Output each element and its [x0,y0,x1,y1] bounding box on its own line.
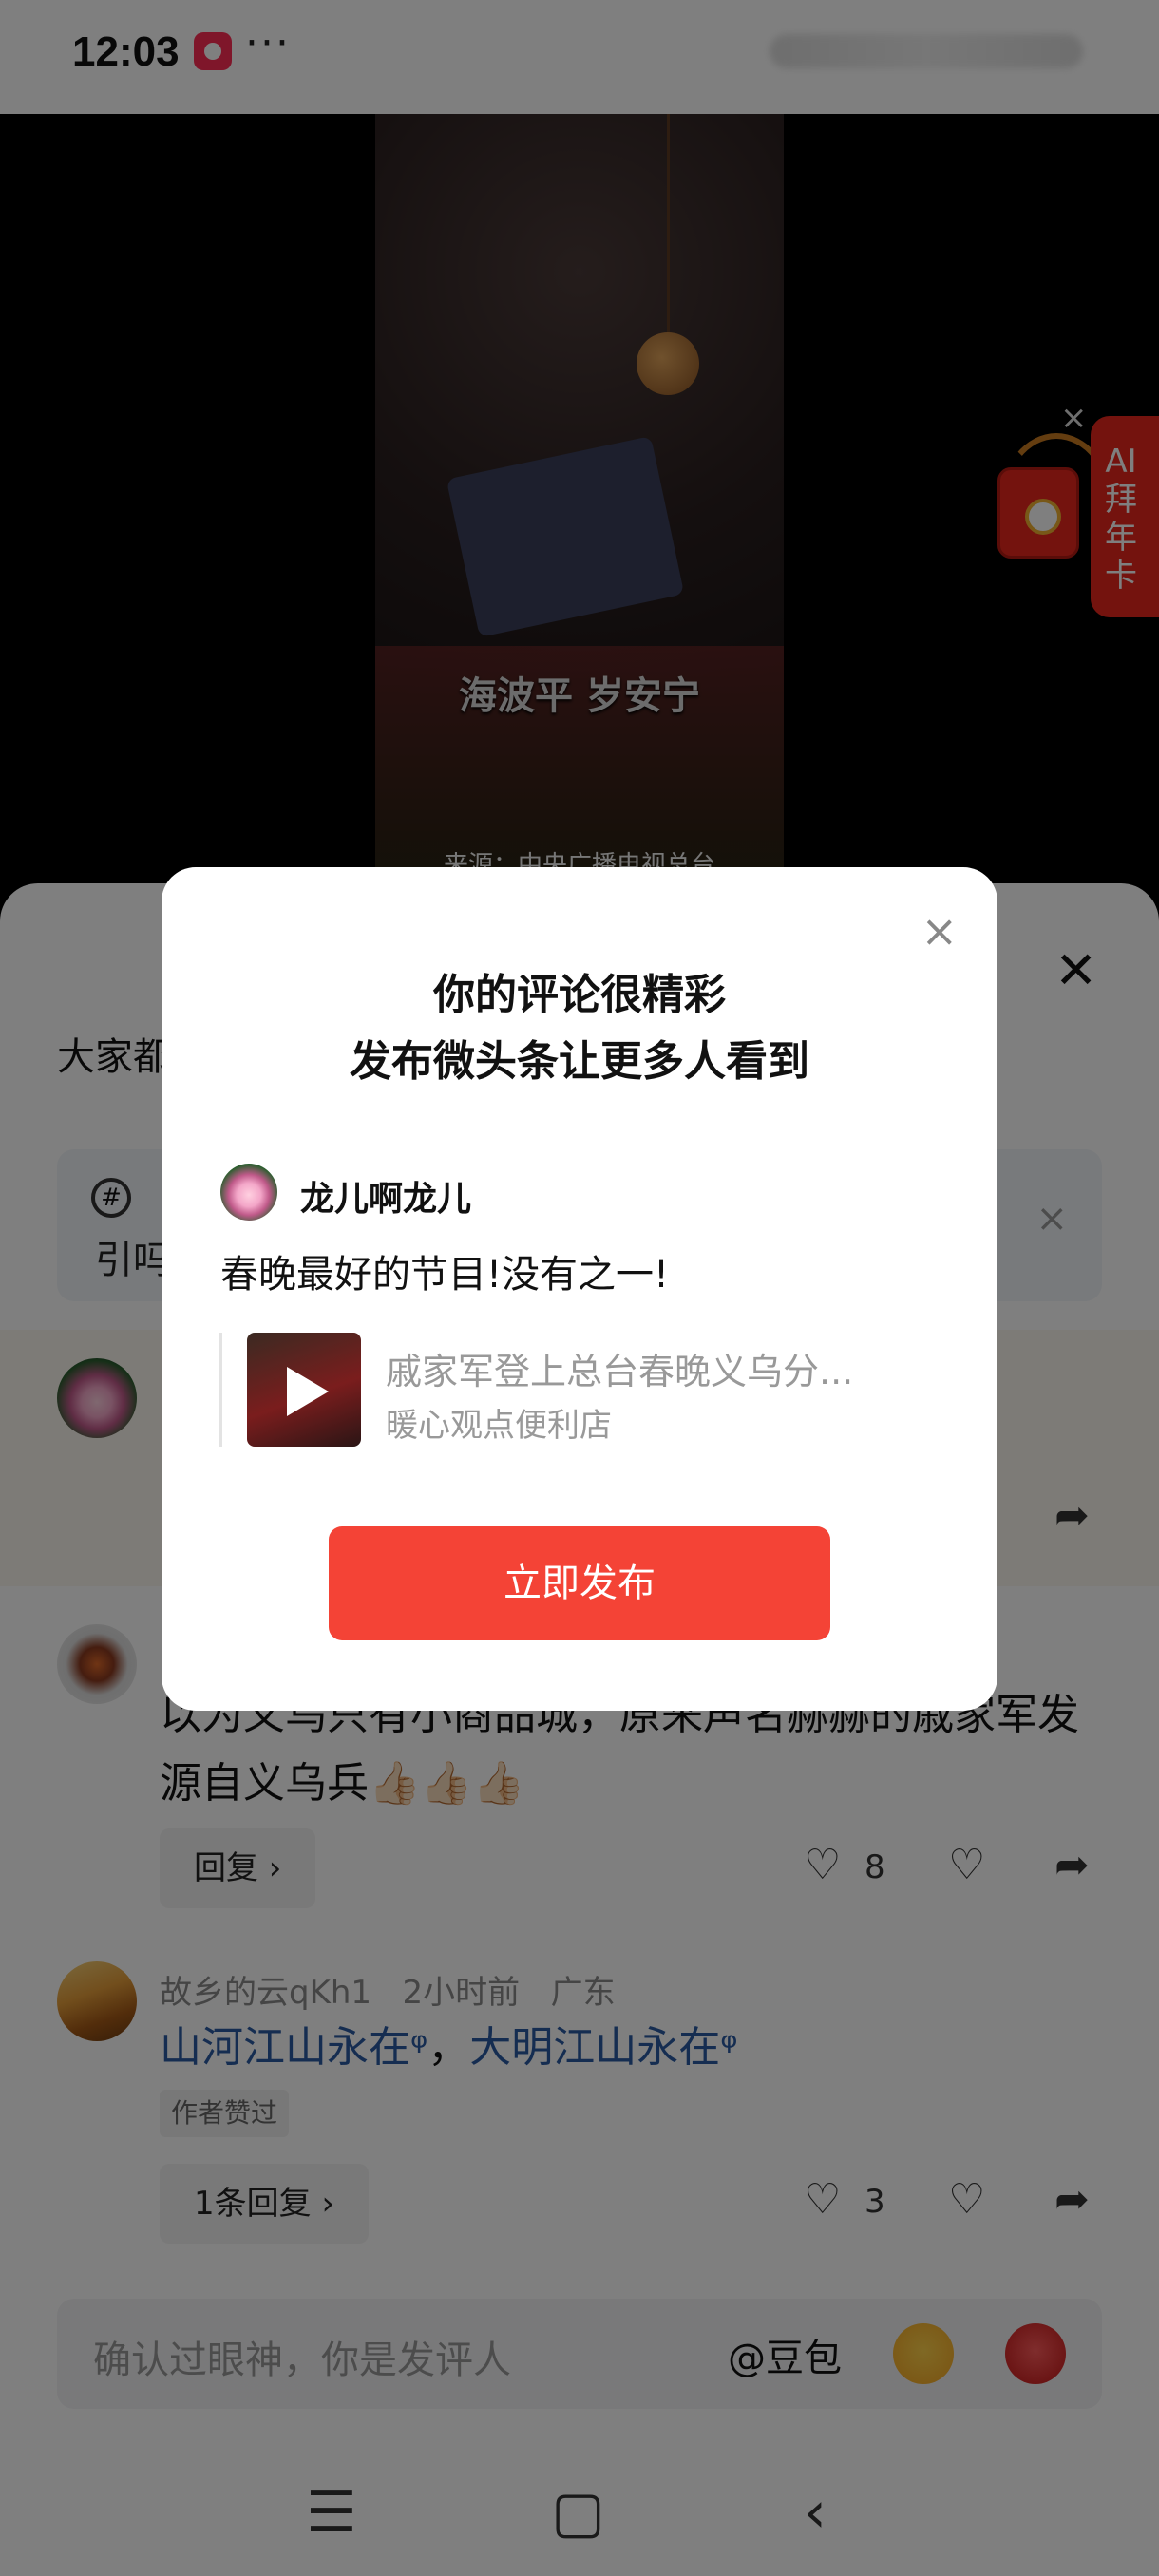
referenced-video-title: 戚家军登上总台春晚义乌分... [386,1351,854,1392]
publish-popup: × 你的评论很精彩 发布微头条让更多人看到 龙儿啊龙儿 春晚最好的节目!没有之一… [162,867,998,1711]
popup-title: 你的评论很精彩 发布微头条让更多人看到 [162,962,998,1095]
popup-title-line1: 你的评论很精彩 [433,971,726,1019]
video-thumbnail [247,1333,361,1447]
user-name: 龙儿啊龙儿 [300,1180,472,1219]
referenced-video-source: 暖心观点便利店 [386,1407,612,1445]
publish-now-button[interactable]: 立即发布 [329,1526,830,1640]
comment-preview: 春晚最好的节目!没有之一! [220,1253,670,1297]
popup-close-icon[interactable]: × [921,905,958,957]
quote-bar [218,1333,222,1447]
avatar [220,1164,277,1221]
play-icon [287,1367,329,1416]
popup-title-line2: 发布微头条让更多人看到 [350,1037,809,1086]
